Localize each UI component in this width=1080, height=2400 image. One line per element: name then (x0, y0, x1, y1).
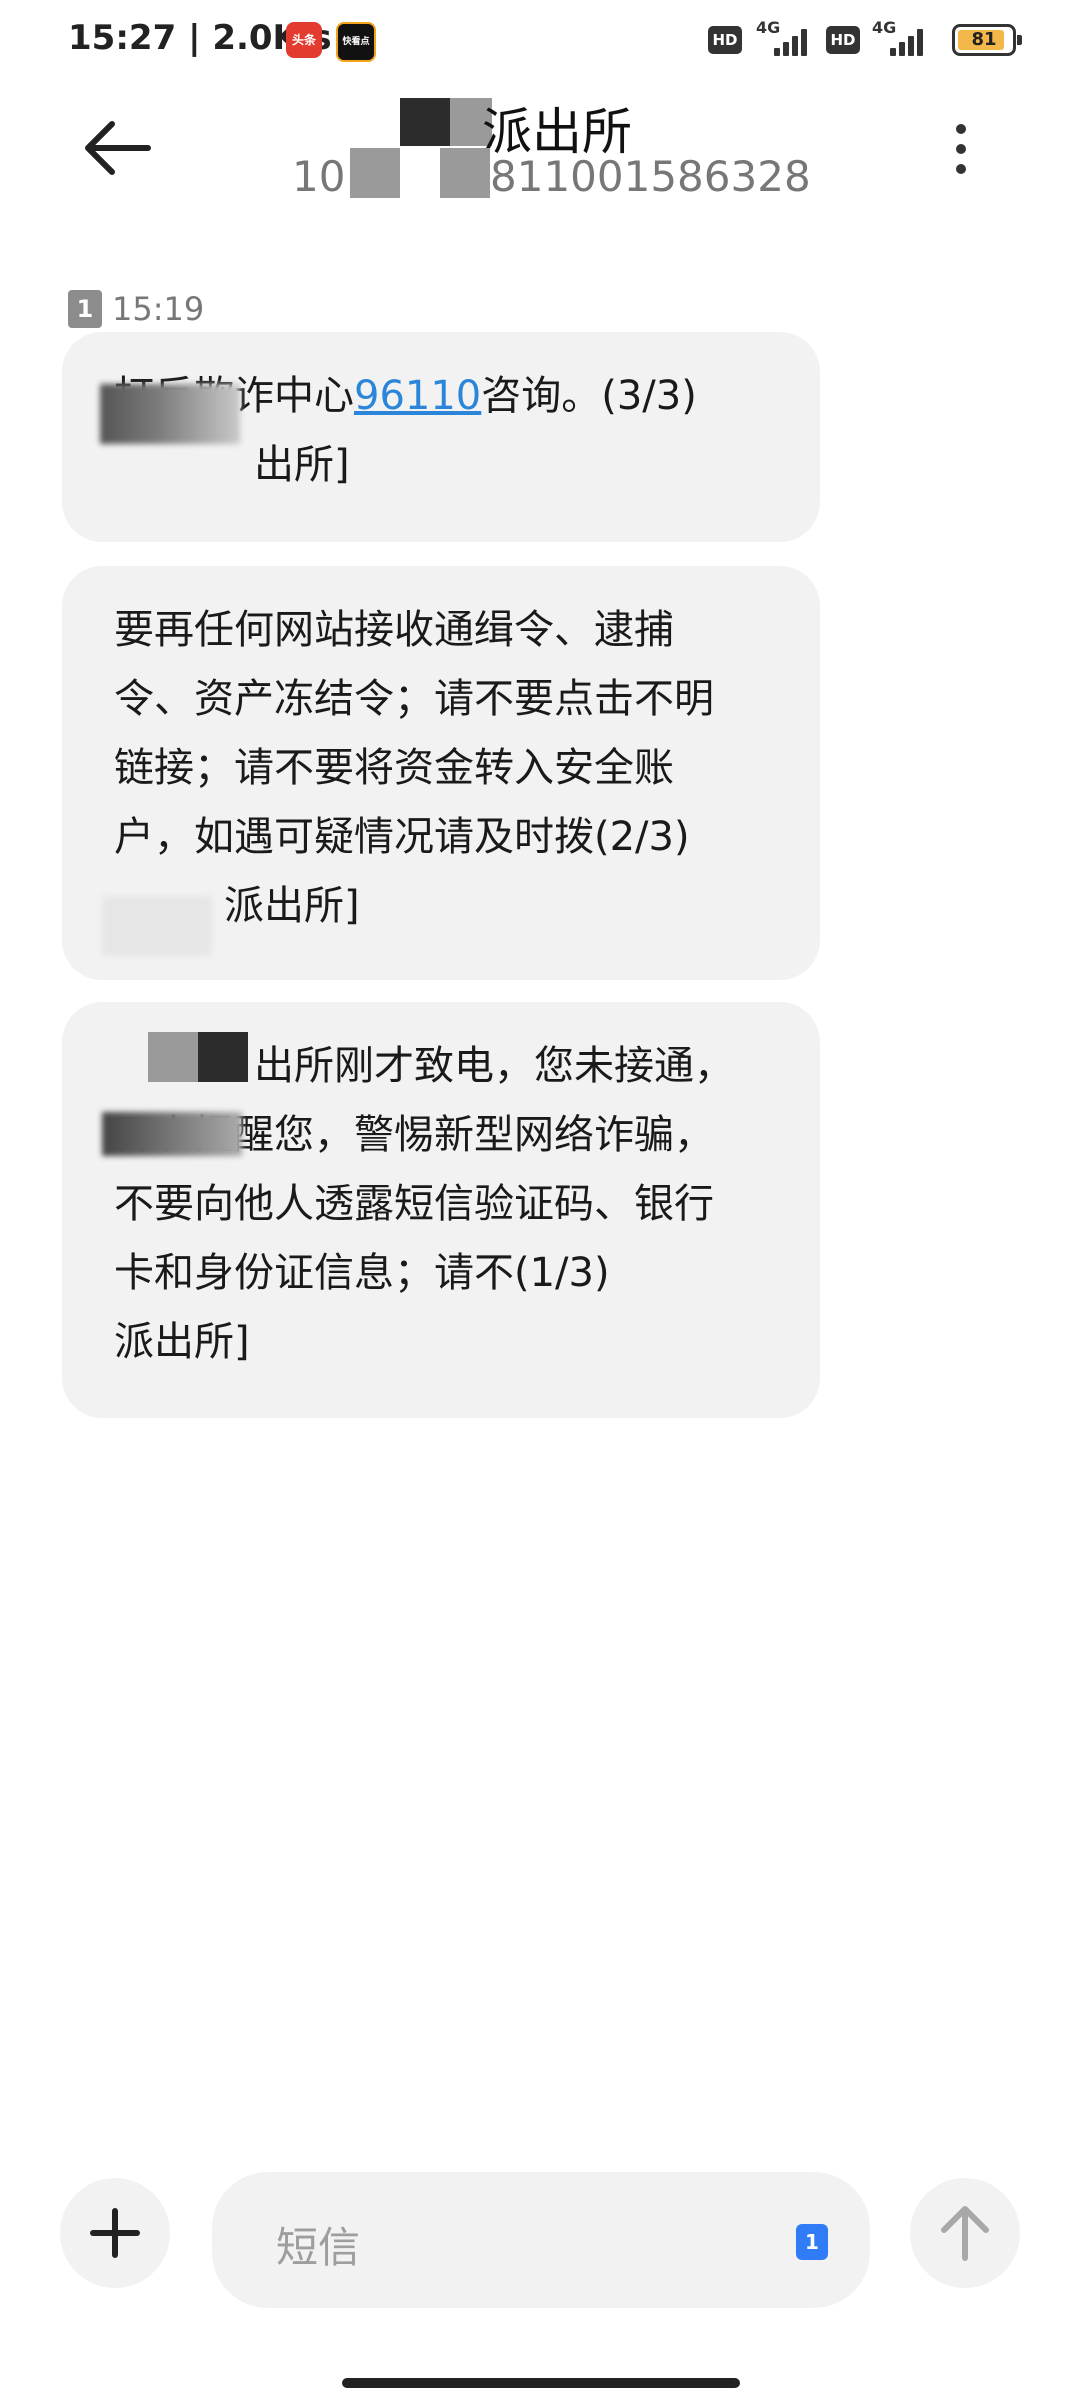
hd-voice-icon: HD (708, 26, 742, 54)
message-timestamp: 15:19 (112, 290, 205, 328)
redaction-mosaic (198, 1032, 248, 1082)
message-bubble[interactable]: 出所刚才致电，您未接通， 再次提醒您，警惕新型网络诈骗， 不要向他人透露短信验证… (62, 1002, 820, 1418)
more-options-icon[interactable] (940, 120, 984, 180)
toutiao-app-icon: 头条 (286, 22, 322, 58)
message-bubble[interactable]: 要再任何网站接收通缉令、逮捕 令、资产冻结令；请不要点击不明 链接；请不要将资金… (62, 566, 820, 980)
battery-icon: 81 (952, 24, 1022, 56)
home-indicator[interactable] (342, 2378, 740, 2388)
back-arrow-icon[interactable] (82, 118, 152, 178)
message-line: 户，如遇可疑情况请及时拨(2/3) (114, 814, 690, 860)
redaction-mosaic (350, 148, 400, 198)
message-input-placeholder: 短信 (276, 2223, 361, 2272)
hd-voice-icon-2: HD (826, 26, 860, 54)
contact-number-prefix: 10 (292, 152, 346, 201)
message-line: 链接；请不要将资金转入安全账 (114, 745, 674, 791)
signal-strength-icon (770, 26, 814, 56)
message-text: 咨询。(3/3) (481, 373, 697, 419)
redaction-blur (102, 896, 212, 956)
plus-icon (90, 2208, 140, 2258)
signal-strength-icon-2 (886, 26, 930, 56)
message-line: 令、资产冻结令；请不要点击不明 (114, 676, 714, 722)
message-line: 卡和身份证信息；请不(1/3) (114, 1250, 610, 1296)
kuaikandian-app-icon: 快看点 (336, 22, 376, 62)
battery-level: 81 (971, 29, 997, 50)
redaction-mosaic (440, 148, 490, 198)
message-line: 派出所] (224, 883, 360, 929)
redaction-blur (100, 384, 240, 444)
redaction-mosaic (400, 98, 450, 146)
send-button[interactable] (910, 2178, 1020, 2288)
message-bubble[interactable]: 打反欺诈中心96110咨询。(3/3) 出所] (62, 332, 820, 542)
message-line: 要再任何网站接收通缉令、逮捕 (114, 607, 674, 653)
message-line: 不要向他人透露短信验证码、银行 (114, 1181, 714, 1227)
sim-selector-icon[interactable]: 1 (796, 2224, 828, 2260)
sim1-badge: 1 (68, 290, 102, 328)
redaction-blur (102, 1112, 242, 1156)
message-input[interactable]: 短信 1 (212, 2172, 870, 2308)
contact-number-suffix: 811001586328 (490, 152, 811, 201)
message-line: 派出所] (114, 1319, 250, 1365)
phone-number-link[interactable]: 96110 (354, 373, 481, 419)
redaction-mosaic (148, 1032, 198, 1082)
send-arrow-icon (941, 2206, 989, 2261)
add-attachment-button[interactable] (60, 2178, 170, 2288)
status-bar: 15:27 | 2.0K/s 头条 快看点 HD 4G HD 4G 81 (0, 0, 1080, 80)
